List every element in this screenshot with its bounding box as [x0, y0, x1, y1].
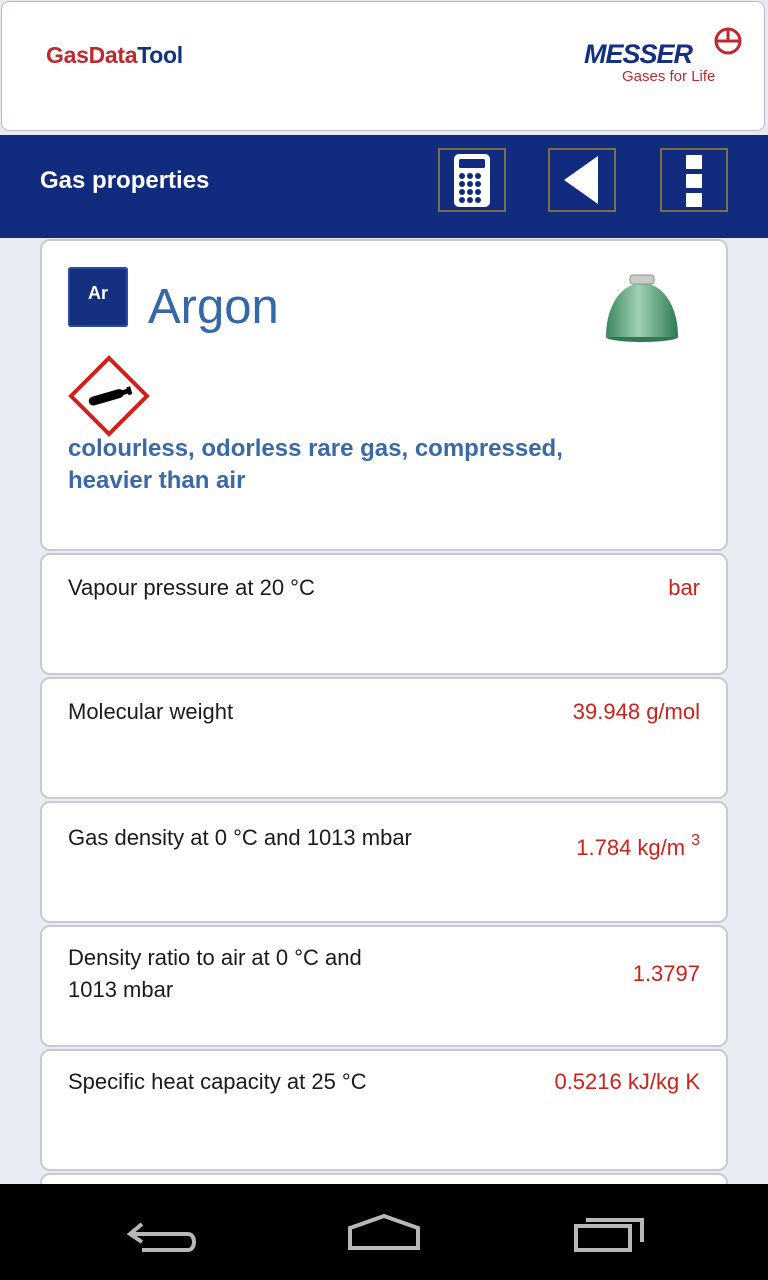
nav-home-icon[interactable] [336, 1204, 432, 1260]
nav-recents-icon[interactable] [562, 1204, 658, 1260]
gas-description-line-1: colourless, odorless rare gas, compresse… [68, 435, 563, 462]
property-label: Density ratio to air at 0 °C and 1013 mb… [68, 945, 362, 1002]
element-symbol: Ar [87, 283, 108, 303]
gas-name: Argon [148, 280, 279, 334]
property-card-molecular-weight[interactable]: Molecular weight 39.948 g/mol [40, 677, 728, 799]
gas-description-line-2: heavier than air [68, 467, 246, 494]
nav-back-icon[interactable] [112, 1204, 208, 1260]
back-button[interactable] [548, 148, 616, 212]
messer-tagline: Gases for Life [622, 68, 716, 85]
property-value: 1.3797 [632, 961, 700, 986]
app-name-tool: Tool [137, 42, 183, 68]
messer-brand: MESSER [584, 39, 693, 69]
property-label: Gas density at 0 °C and 1013 mbar [68, 825, 412, 850]
toolbar: Gas properties [0, 135, 768, 238]
overflow-menu-button[interactable] [660, 148, 728, 212]
system-nav-bar [0, 1184, 768, 1280]
property-value: bar [668, 575, 700, 600]
property-value-main: 1.784 kg/m [576, 835, 686, 860]
property-card-next[interactable] [40, 1173, 728, 1184]
property-label: Vapour pressure at 20 °C [68, 575, 315, 600]
property-value-superscript: 3 [691, 832, 700, 849]
gas-description: colourless, odorless rare gas, compresse… [68, 433, 668, 497]
back-triangle-icon [564, 156, 598, 204]
calculator-icon [454, 154, 490, 207]
gas-cylinder-icon [606, 274, 678, 342]
property-value: 0.5216 kJ/kg K [554, 1069, 700, 1094]
calculator-button[interactable] [438, 148, 506, 212]
property-card-specific-heat[interactable]: Specific heat capacity at 25 °C 0.5216 k… [40, 1049, 728, 1171]
messer-mark-icon [714, 27, 742, 55]
messer-logo: MESSER Gases for Life [582, 26, 747, 90]
overflow-menu-icon [686, 155, 702, 207]
toolbar-title: Gas properties [40, 167, 210, 194]
app-screen: GasDataTool MESSER Gases for Life Gas pr… [0, 0, 768, 1280]
element-symbol-badge: Ar [68, 267, 128, 327]
app-name: GasDataTool [46, 42, 183, 69]
property-label: Molecular weight [68, 699, 234, 724]
property-card-vapour-pressure[interactable]: Vapour pressure at 20 °C bar [40, 553, 728, 675]
property-label: Specific heat capacity at 25 °C [68, 1069, 367, 1094]
property-value: 39.948 g/mol [572, 699, 700, 724]
brand-header: GasDataTool MESSER Gases for Life [1, 1, 765, 131]
gas-cylinder-hazard-icon [68, 355, 150, 437]
app-name-gasdata: GasData [46, 42, 138, 68]
property-card-gas-density[interactable]: Gas density at 0 °C and 1013 mbar 1.784 … [40, 801, 728, 923]
gas-summary-card: Ar Argon colourless, odorless rare gas, … [40, 239, 728, 551]
property-value: 1.784 kg/m 3 [576, 825, 700, 864]
property-card-density-ratio[interactable]: Density ratio to air at 0 °C and 1013 mb… [40, 925, 728, 1047]
content-scroll[interactable]: Ar Argon colourless, odorless rare gas, … [0, 238, 768, 1184]
